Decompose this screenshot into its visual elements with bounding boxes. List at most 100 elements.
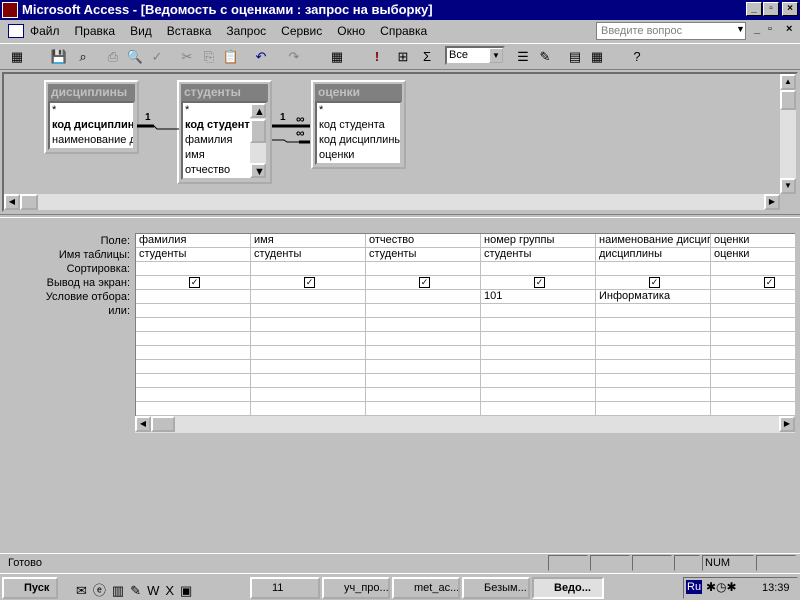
grid-cell[interactable]	[136, 388, 251, 401]
totals-icon[interactable]: Σ	[418, 48, 436, 66]
show-checkbox[interactable]: ✓	[189, 277, 200, 288]
grid-cell[interactable]	[366, 290, 481, 303]
copy-icon[interactable]: ⎘	[200, 48, 218, 66]
properties-icon[interactable]: ☰	[514, 48, 532, 66]
grid-cell[interactable]	[711, 332, 800, 345]
grid-cell[interactable]	[481, 346, 596, 359]
grid-cell[interactable]	[136, 318, 251, 331]
menu-item[interactable]: Правка	[75, 24, 116, 38]
grid-cell[interactable]: Информатика	[596, 290, 711, 303]
grid-cell[interactable]: ✓	[366, 276, 481, 289]
grid-cell[interactable]	[711, 304, 800, 317]
scroll-up-icon[interactable]: ▲	[780, 74, 796, 90]
scroll-thumb[interactable]	[780, 90, 796, 110]
help-icon[interactable]: ?	[628, 48, 646, 66]
grid-cell[interactable]	[136, 304, 251, 317]
grid-cell[interactable]	[136, 374, 251, 387]
grid-cell[interactable]: студенты	[136, 248, 251, 261]
grid-cell[interactable]	[711, 388, 800, 401]
help-dropdown-icon[interactable]: ▼	[736, 24, 745, 34]
grid-cell[interactable]: имя	[251, 234, 366, 247]
minimize-button[interactable]: _	[746, 2, 762, 16]
doc-minimize-button[interactable]: _	[754, 23, 760, 35]
grid-cell[interactable]	[481, 360, 596, 373]
run-icon[interactable]: !	[368, 48, 386, 66]
show-checkbox[interactable]: ✓	[764, 277, 775, 288]
scroll-thumb[interactable]	[20, 194, 38, 210]
menu-item[interactable]: Окно	[337, 24, 365, 38]
grid-cell[interactable]	[481, 332, 596, 345]
taskbar-button-access[interactable]: уч_про...	[322, 577, 390, 599]
scroll-left-icon[interactable]: ◀	[4, 194, 20, 210]
view-icon[interactable]: ▦	[8, 48, 26, 66]
grid-cell[interactable]	[711, 290, 800, 303]
menu-item[interactable]: Справка	[380, 24, 427, 38]
taskbar-button-folder[interactable]: 11	[250, 577, 320, 599]
grid-cell[interactable]	[711, 318, 800, 331]
grid-cell[interactable]: ✓	[251, 276, 366, 289]
menu-item[interactable]: Запрос	[226, 24, 266, 38]
grid-cell[interactable]	[596, 360, 711, 373]
search-file-icon[interactable]: ⌕	[74, 48, 92, 66]
grid-cell[interactable]	[596, 374, 711, 387]
redo-icon[interactable]: ↷	[285, 48, 303, 66]
grid-cell[interactable]	[136, 290, 251, 303]
grid-cell[interactable]: оценки	[711, 248, 800, 261]
grid-cell[interactable]	[366, 332, 481, 345]
spelling-icon[interactable]: ✓	[148, 48, 166, 66]
grid-cell[interactable]: фамилия	[136, 234, 251, 247]
grid-cell[interactable]: студенты	[366, 248, 481, 261]
grid-cell[interactable]	[366, 262, 481, 275]
help-search-input[interactable]: Введите вопрос	[596, 22, 746, 40]
top-values-dropdown-icon[interactable]: ▼	[489, 48, 503, 63]
grid-cell[interactable]: наименование дисциплины	[596, 234, 711, 247]
database-window-icon[interactable]: ▤	[566, 48, 584, 66]
show-checkbox[interactable]: ✓	[534, 277, 545, 288]
scroll-right-icon[interactable]: ▶	[764, 194, 780, 210]
grid-cell[interactable]	[251, 402, 366, 415]
query-type-icon[interactable]: ▦	[328, 48, 346, 66]
grid-cell[interactable]	[596, 304, 711, 317]
access-key-icon[interactable]	[2, 2, 18, 18]
grid-cell[interactable]: оценки	[711, 234, 800, 247]
scroll-left-icon[interactable]: ◀	[135, 416, 151, 432]
grid-cell[interactable]: отчество	[366, 234, 481, 247]
grid-cell[interactable]	[596, 262, 711, 275]
scroll-thumb[interactable]	[151, 416, 175, 432]
grid-cell[interactable]	[596, 402, 711, 415]
grid-cell[interactable]: 101	[481, 290, 596, 303]
grid-cell[interactable]	[251, 388, 366, 401]
grid-cell[interactable]	[366, 318, 481, 331]
upper-vertical-scrollbar[interactable]: ▲ ▼	[780, 74, 796, 194]
grid-cell[interactable]	[366, 346, 481, 359]
menu-item[interactable]: Вид	[130, 24, 152, 38]
grid-cell[interactable]	[251, 262, 366, 275]
build-icon[interactable]: ✎	[536, 48, 554, 66]
pane-splitter[interactable]	[0, 214, 800, 218]
grid-cell[interactable]	[251, 318, 366, 331]
grid-cell[interactable]	[251, 332, 366, 345]
maximize-button[interactable]: ▫	[763, 2, 779, 16]
paste-icon[interactable]: 📋	[222, 48, 240, 66]
grid-cell[interactable]	[366, 374, 481, 387]
grid-cell[interactable]: ✓	[711, 276, 800, 289]
print-preview-icon[interactable]: 🔍	[126, 48, 144, 66]
grid-cell[interactable]	[481, 262, 596, 275]
grid-cell[interactable]	[481, 318, 596, 331]
start-button[interactable]: Пуск	[2, 577, 58, 599]
undo-icon[interactable]: ↶	[252, 48, 270, 66]
cut-icon[interactable]: ✂	[178, 48, 196, 66]
doc-restore-button[interactable]: ▫	[768, 23, 772, 35]
grid-cell[interactable]: номер группы	[481, 234, 596, 247]
menu-item[interactable]: Файл	[30, 24, 60, 38]
show-checkbox[interactable]: ✓	[419, 277, 430, 288]
grid-cell[interactable]	[251, 346, 366, 359]
grid-cell[interactable]: ✓	[136, 276, 251, 289]
taskbar-button-paint[interactable]: Безым...	[462, 577, 530, 599]
grid-cell[interactable]	[251, 304, 366, 317]
grid-cell[interactable]	[481, 304, 596, 317]
grid-cell[interactable]	[136, 402, 251, 415]
grid-cell[interactable]	[136, 360, 251, 373]
grid-cell[interactable]	[711, 402, 800, 415]
grid-cell[interactable]	[366, 360, 481, 373]
